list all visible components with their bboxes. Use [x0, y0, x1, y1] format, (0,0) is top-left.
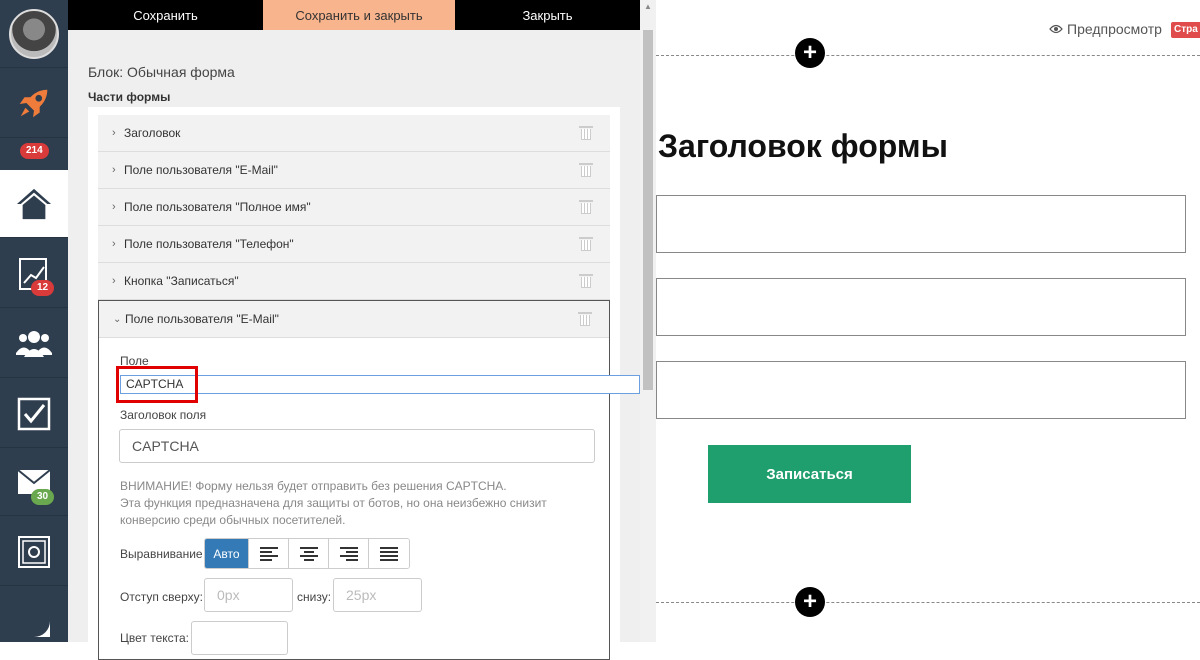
scrollbar[interactable]: ▲ — [640, 0, 656, 642]
eye-icon — [1049, 24, 1063, 34]
trash-icon[interactable] — [579, 237, 593, 251]
scroll-up-icon[interactable]: ▲ — [644, 2, 652, 11]
users-icon — [16, 330, 52, 357]
text-color-label: Цвет текста: — [120, 631, 190, 645]
sidebar-item-brand[interactable] — [0, 588, 68, 656]
c-logo-icon — [18, 605, 50, 637]
align-left-icon — [259, 546, 278, 561]
home-icon — [16, 188, 52, 219]
submit-button[interactable]: Записаться — [708, 445, 911, 503]
margin-top-label: Отступ сверху: — [120, 590, 203, 604]
checkbox-icon — [17, 397, 51, 430]
list-item[interactable]: › Поле пользователя "Полное имя" — [98, 189, 610, 226]
preview-email-input[interactable] — [656, 195, 1186, 253]
align-justify-button[interactable] — [369, 539, 409, 568]
part-label: Заголовок — [124, 126, 181, 140]
align-justify-icon — [380, 546, 398, 561]
align-center-button[interactable] — [289, 539, 329, 568]
field-title-input[interactable]: CAPTCHA — [119, 429, 595, 463]
preview-name-input[interactable] — [656, 278, 1186, 336]
preview-link-label: Предпросмотр — [1067, 21, 1162, 37]
sidebar-item-rocket[interactable] — [0, 68, 68, 138]
status-badge[interactable]: Стра — [1171, 22, 1200, 38]
warning-line: ВНИМАНИЕ! Форму нельзя будет отправить б… — [120, 479, 507, 493]
list-item[interactable]: › Заголовок — [98, 115, 610, 152]
highlight-box — [116, 366, 198, 403]
list-item[interactable]: › Поле пользователя "Телефон" — [98, 226, 610, 263]
trash-icon[interactable] — [578, 312, 592, 326]
warning-line: Эта функция предназначена для защиты от … — [120, 496, 547, 510]
preview-phone-input[interactable] — [656, 361, 1186, 419]
preview-link[interactable]: Предпросмотр — [1049, 21, 1162, 37]
warning-line: конверсию среди обычных посетителей. — [120, 513, 346, 527]
margin-bottom-label: снизу: — [297, 590, 332, 604]
part-label: Поле пользователя "E-Mail" — [124, 163, 278, 177]
sidebar-item-contacts[interactable] — [0, 310, 68, 378]
sidebar-item-mail[interactable] — [0, 448, 68, 516]
trash-icon[interactable] — [579, 126, 593, 140]
align-button-group: Авто — [204, 538, 410, 569]
rocket-icon — [19, 89, 48, 117]
trash-icon[interactable] — [579, 274, 593, 288]
save-button[interactable]: Сохранить — [68, 0, 263, 30]
margin-top-input[interactable]: 0px — [204, 578, 293, 612]
align-left-button[interactable] — [249, 539, 289, 568]
chevron-right-icon: › — [112, 275, 116, 287]
chevron-right-icon: › — [112, 164, 116, 176]
part-label: Поле пользователя "Телефон" — [124, 237, 294, 251]
text-color-input[interactable] — [191, 621, 288, 655]
chevron-down-icon: ⌄ — [113, 313, 122, 325]
mail-badge: 30 — [31, 489, 55, 505]
section-divider — [656, 602, 1200, 603]
form-title: Заголовок формы — [658, 128, 948, 164]
chevron-right-icon: › — [112, 201, 116, 213]
add-section-button[interactable]: + — [795, 38, 825, 68]
chevron-right-icon: › — [112, 127, 116, 139]
field-title-label: Заголовок поля — [120, 408, 207, 422]
align-label: Выравнивание — [120, 547, 203, 561]
section-divider — [656, 55, 1200, 56]
block-title: Блок: Обычная форма — [88, 64, 235, 80]
scrollbar-thumb[interactable] — [643, 30, 653, 390]
sidebar-item-profile[interactable] — [0, 0, 68, 68]
sidebar-item-stats[interactable] — [0, 240, 68, 308]
plus-icon: + — [802, 588, 817, 615]
expanded-part: ⌄ Поле пользователя "E-Mail" Поле Заголо… — [98, 300, 610, 660]
part-label: Поле пользователя "Полное имя" — [124, 200, 311, 214]
align-auto-button[interactable]: Авто — [205, 539, 249, 568]
rocket-badge: 214 — [20, 143, 49, 159]
trash-icon[interactable] — [579, 200, 593, 214]
editor-toolbar: Сохранить Сохранить и закрыть Закрыть — [68, 0, 640, 30]
sidebar: 214 12 30 — [0, 0, 68, 642]
chevron-right-icon: › — [112, 238, 116, 250]
sidebar-item-home[interactable] — [0, 170, 68, 238]
add-section-button[interactable]: + — [795, 587, 825, 617]
stats-badge: 12 — [31, 280, 55, 296]
align-right-icon — [339, 546, 358, 561]
parts-title: Части формы — [88, 90, 171, 104]
safe-icon — [18, 535, 50, 568]
margin-bottom-input[interactable]: 25px — [333, 578, 422, 612]
part-label: Кнопка "Записаться" — [124, 274, 239, 288]
avatar[interactable] — [9, 8, 59, 59]
page-preview: Предпросмотр Стра + Заголовок формы Запи… — [656, 0, 1200, 642]
list-item[interactable]: › Кнопка "Записаться" — [98, 263, 610, 300]
editor-panel: Блок: Обычная форма Части формы › Заголо… — [68, 30, 640, 660]
field-select[interactable]: CAPTCHA — [120, 375, 640, 394]
close-button[interactable]: Закрыть — [455, 0, 640, 30]
save-and-close-button[interactable]: Сохранить и закрыть — [263, 0, 455, 30]
expanded-part-label: Поле пользователя "E-Mail" — [125, 312, 279, 326]
trash-icon[interactable] — [579, 163, 593, 177]
sidebar-item-tasks[interactable] — [0, 380, 68, 448]
expanded-part-header[interactable]: ⌄ Поле пользователя "E-Mail" — [99, 301, 609, 338]
align-right-button[interactable] — [329, 539, 369, 568]
align-center-icon — [299, 546, 318, 561]
sidebar-item-safe[interactable] — [0, 518, 68, 586]
list-item[interactable]: › Поле пользователя "E-Mail" — [98, 152, 610, 189]
plus-icon: + — [802, 39, 817, 66]
captcha-warning: ВНИМАНИЕ! Форму нельзя будет отправить б… — [120, 478, 580, 529]
